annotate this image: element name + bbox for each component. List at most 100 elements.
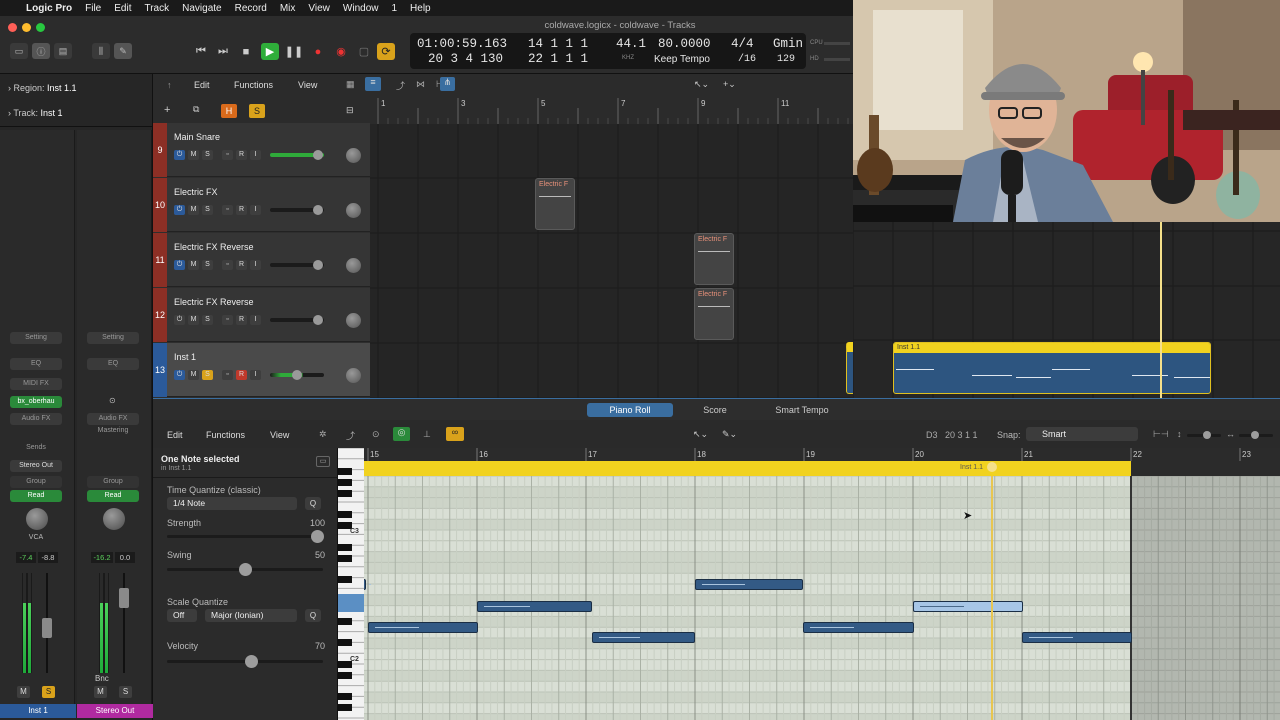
play-icon[interactable]: ▶	[261, 43, 279, 60]
track-name[interactable]: Electric FX Reverse	[174, 242, 254, 252]
track-9[interactable]: 9 Main Snare ⏻ M S ▫ R I	[153, 123, 370, 177]
mute-button[interactable]: M	[188, 370, 199, 380]
setting-button[interactable]: Setting	[10, 332, 62, 344]
power-icon[interactable]: ⏻	[174, 205, 185, 215]
tab-piano-roll[interactable]: Piano Roll	[587, 403, 673, 417]
inspector-icon[interactable]: ⓘ	[32, 43, 50, 59]
power-icon[interactable]: ⏻	[174, 260, 185, 270]
solo-button[interactable]: S	[42, 686, 55, 698]
volume-fader[interactable]	[42, 618, 52, 638]
snap-icon[interactable]: ⋔	[440, 77, 455, 91]
lock-icon[interactable]: ▫	[222, 260, 233, 270]
catch-icon[interactable]: ⊥	[423, 429, 431, 440]
track-pan-knob[interactable]	[346, 313, 361, 328]
selected-note[interactable]	[913, 601, 1023, 612]
menu-file[interactable]: File	[85, 3, 101, 14]
volume-fader[interactable]	[119, 588, 129, 608]
horizontal-zoom-slider[interactable]	[1239, 431, 1273, 439]
solo-button[interactable]: S	[202, 260, 213, 270]
eq-button[interactable]: EQ	[10, 358, 62, 370]
track-options-icon[interactable]: ⊟	[346, 105, 354, 116]
mastering-label[interactable]: Mastering	[87, 425, 139, 437]
automation-icon[interactable]: ⤴	[396, 79, 405, 92]
track-name[interactable]: Main Snare	[174, 132, 220, 142]
midi-note[interactable]	[592, 632, 695, 643]
piano-roll-grid[interactable]	[364, 476, 1280, 720]
menu-view[interactable]: View	[308, 3, 330, 14]
record-icon[interactable]: ●	[309, 43, 327, 60]
scale-quantize-root[interactable]: Off	[167, 609, 197, 622]
track-volume-slider[interactable]	[270, 315, 324, 325]
track-inspector-header[interactable]: › Track: Inst 1	[8, 108, 63, 118]
minimize-window-button[interactable]	[22, 23, 31, 32]
piano-keyboard[interactable]: C3 C2	[338, 447, 364, 720]
mute-button[interactable]: M	[188, 260, 199, 270]
vertical-zoom-slider[interactable]	[1187, 431, 1221, 439]
track-volume-slider[interactable]	[270, 370, 324, 380]
duplicate-track-icon[interactable]: ⧉	[193, 104, 207, 117]
menu-help[interactable]: Help	[410, 3, 431, 14]
strength-slider[interactable]	[167, 530, 324, 543]
lock-icon[interactable]: ▫	[222, 150, 233, 160]
zoom-horizontal-icon[interactable]: ⊢⊣	[1153, 429, 1169, 440]
mute-button[interactable]: M	[94, 686, 107, 698]
cycle-icon[interactable]: ⟳	[377, 43, 395, 60]
time-quantize-dropdown[interactable]: 1/4 Note	[167, 497, 297, 510]
pointer-tool-icon[interactable]: ↖⌄	[694, 79, 709, 90]
marquee-tool-icon[interactable]: +⌄	[723, 79, 736, 90]
track-pan-knob[interactable]	[346, 148, 361, 163]
vca-label[interactable]: VCA	[10, 532, 62, 544]
track-volume-slider[interactable]	[270, 260, 324, 270]
volume-readout[interactable]: -16.2	[91, 552, 113, 563]
zoom-window-button[interactable]	[36, 23, 45, 32]
velocity-slider[interactable]	[167, 655, 323, 668]
replace-record-icon[interactable]: ◉	[332, 43, 350, 60]
menu-track[interactable]: Track	[144, 3, 169, 14]
audio-fx-slot[interactable]: Audio FX	[87, 413, 139, 425]
local-inspector-icon[interactable]: ▭	[316, 456, 330, 467]
link-icon[interactable]: ∞	[446, 427, 464, 441]
track-volume-slider[interactable]	[270, 150, 324, 160]
volume-readout[interactable]: -7.4	[16, 552, 36, 563]
list-view-icon[interactable]: ≡	[365, 77, 381, 91]
arrange-ruler[interactable]: 1 3 5 7 9 11	[370, 96, 853, 124]
capture-icon[interactable]: ▢	[355, 43, 373, 60]
input-monitor-button[interactable]: I	[250, 205, 261, 215]
group-slot[interactable]: Group	[10, 476, 62, 488]
record-enable-button[interactable]: R	[236, 260, 247, 270]
link-icon[interactable]: ⊙	[109, 396, 116, 405]
track-volume-slider[interactable]	[270, 205, 324, 215]
midi-note[interactable]	[364, 579, 371, 590]
menu-window[interactable]: Window	[343, 3, 379, 14]
mixer-icon[interactable]: ⫼	[92, 43, 110, 59]
record-enable-button[interactable]: R	[236, 315, 247, 325]
midi-note[interactable]	[803, 622, 914, 633]
mute-button[interactable]: M	[188, 315, 199, 325]
midi-region-left[interactable]	[846, 342, 853, 394]
pan-knob[interactable]	[26, 508, 48, 530]
bounce-label[interactable]: Bnc	[95, 674, 109, 683]
pr-ruler-marks[interactable]	[364, 448, 1280, 476]
instrument-slot[interactable]: bx_oberhau	[10, 396, 62, 408]
hide-button[interactable]: H	[221, 104, 237, 118]
tracks-edit-menu[interactable]: Edit	[194, 80, 210, 90]
record-enable-button[interactable]: R	[236, 370, 247, 380]
pencil-tool-icon[interactable]: ✎⌄	[722, 429, 737, 440]
mute-button[interactable]: M	[188, 205, 199, 215]
track-11[interactable]: 11 Electric FX Reverse ⏻ M S ▫ R I	[153, 233, 370, 287]
pr-edit-menu[interactable]: Edit	[167, 430, 183, 440]
track-13[interactable]: 13 Inst 1 ⏻ M S ▫ R I	[153, 343, 370, 397]
input-monitor-button[interactable]: I	[250, 260, 261, 270]
piano-roll-ruler[interactable]: 15 16 17 18 19 20 21 22 23 Inst 1.1	[364, 448, 1280, 476]
editors-icon[interactable]: ✎	[114, 43, 132, 59]
mute-button[interactable]: M	[188, 150, 199, 160]
menu-logic-pro[interactable]: Logic Pro	[26, 3, 72, 14]
swing-slider[interactable]	[167, 563, 323, 576]
input-monitor-button[interactable]: I	[250, 150, 261, 160]
menu-record[interactable]: Record	[235, 3, 267, 14]
solo-button[interactable]: S	[202, 370, 213, 380]
track-10[interactable]: 10 Electric FX ⏻ M S ▫ R I	[153, 178, 370, 232]
pr-functions-menu[interactable]: Functions	[206, 430, 245, 440]
close-window-button[interactable]	[8, 23, 17, 32]
quantize-button[interactable]: Q	[305, 497, 321, 510]
